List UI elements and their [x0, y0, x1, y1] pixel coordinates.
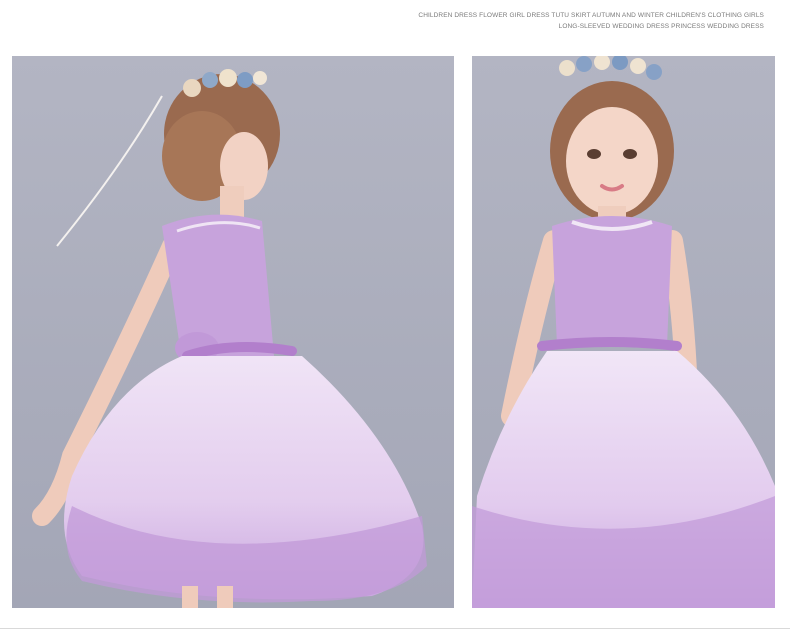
- caption-line-1: CHILDREN DRESS FLOWER GIRL DRESS TUTU SK…: [418, 12, 764, 19]
- side-view-illustration: [12, 56, 454, 608]
- front-view-illustration: [472, 56, 775, 608]
- bottom-divider: [0, 628, 790, 629]
- caption-line-2: LONG-SLEEVED WEDDING DRESS PRINCESS WEDD…: [558, 23, 764, 30]
- product-photo-front-view: [472, 56, 775, 608]
- product-photo-side-view: [12, 56, 454, 608]
- product-caption: CHILDREN DRESS FLOWER GIRL DRESS TUTU SK…: [418, 10, 764, 32]
